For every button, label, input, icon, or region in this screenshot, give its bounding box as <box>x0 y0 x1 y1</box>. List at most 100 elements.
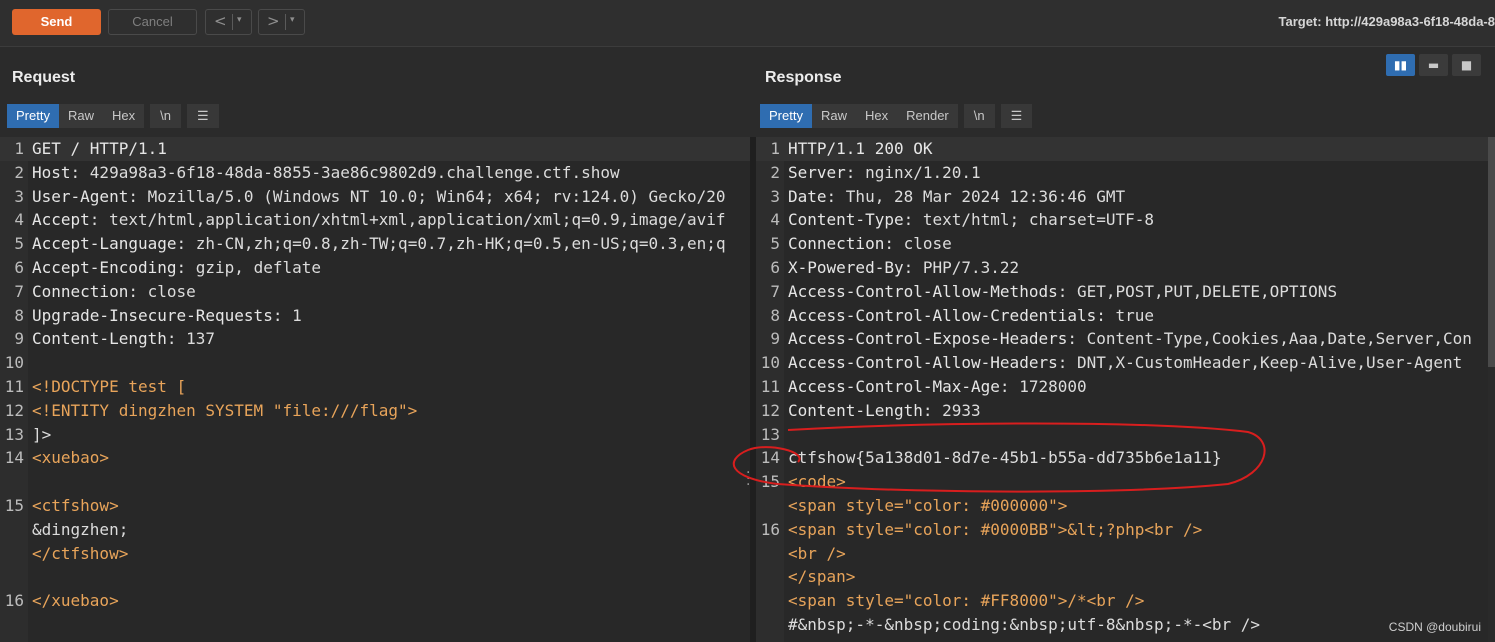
newline-toggle[interactable]: \n <box>150 104 181 128</box>
header-name: Connection <box>32 281 129 301</box>
tab-hex[interactable]: Hex <box>102 104 145 128</box>
code-line: 1 HTTP/1.1 200 OK <box>756 137 1488 161</box>
line-number: 3 <box>14 186 24 206</box>
header-value: : zh-CN,zh;q=0.8,zh-TW;q=0.7,zh-HK;q=0.5… <box>176 234 726 254</box>
menu-icon[interactable]: ☰ <box>186 104 219 128</box>
header-name: Access-Control-Allow-Credentials <box>788 305 1097 325</box>
line-number: 16 <box>760 519 780 539</box>
request-tabs: Pretty Raw Hex \n ☰ <box>7 104 219 128</box>
header-value: : 429a98a3-6f18-48da-8855-3ae86c9802d9.c… <box>70 162 620 182</box>
send-button[interactable]: Send <box>12 9 101 35</box>
response-scrollbar[interactable] <box>1488 137 1495 642</box>
line-number: 8 <box>770 305 780 325</box>
code-text: ]> <box>32 423 51 447</box>
target-url[interactable]: Target: http://429a98a3-6f18-48da-8 <box>1278 14 1495 29</box>
header-value: <span style="color: #0000BB">&lt;?php<br… <box>788 519 1203 539</box>
tab-raw[interactable]: Raw <box>811 104 856 128</box>
code-line: 8 Upgrade-Insecure-Requests: 1 <box>0 304 750 328</box>
code-text: Access-Control-Allow-Methods: GET,POST,P… <box>788 280 1337 304</box>
code-text: <span style="color: #000000"> <box>788 494 1067 518</box>
chevron-right-icon: > <box>267 12 280 30</box>
chevron-left-icon: < <box>214 12 227 30</box>
tab-pretty[interactable]: Pretty <box>760 104 812 128</box>
code-text: Host: 429a98a3-6f18-48da-8855-3ae86c9802… <box>32 161 620 185</box>
cancel-button[interactable]: Cancel <box>108 9 197 35</box>
line-number: 16 <box>4 591 24 611</box>
line-number: 8 <box>14 305 24 325</box>
header-name: Content-Length <box>788 400 923 420</box>
code-text: <xuebao> <box>32 446 109 470</box>
forward-button[interactable]: > ▾ <box>258 9 305 35</box>
header-value: : DNT,X-CustomHeader,Keep-Alive,User-Age… <box>1057 353 1463 373</box>
tab-render[interactable]: Render <box>897 104 958 128</box>
line-number: 14 <box>4 448 24 468</box>
watermark: CSDN @doubirui <box>1388 620 1481 634</box>
code-text: </xuebao> <box>32 589 119 613</box>
divider <box>232 14 233 30</box>
newline-toggle[interactable]: \n <box>963 104 995 128</box>
header-value: <ctfshow> <box>32 496 119 515</box>
header-value: : GET,POST,PUT,DELETE,OPTIONS <box>1057 281 1338 301</box>
code-text: Content-Length: 137 <box>32 327 215 351</box>
chevron-down-icon: ▾ <box>237 15 242 25</box>
single-pane-icon[interactable]: ■ <box>1452 54 1481 76</box>
code-text: Connection: close <box>788 232 952 256</box>
header-value: &dingzhen; <box>32 519 129 539</box>
code-line: 2 Server: nginx/1.20.1 <box>756 161 1488 185</box>
response-editor[interactable]: 1 HTTP/1.1 200 OK 2 Server: nginx/1.20.1 3 Da… <box>756 137 1488 642</box>
header-name: Accept <box>32 210 90 230</box>
header-value: <span style="color: #000000"> <box>788 496 1068 515</box>
code-line: 3 User-Agent: Mozilla/5.0 (Windows NT 10.… <box>0 185 750 209</box>
request-editor[interactable]: 1 GET / HTTP/1.1 2 Host: 429a98a3-6f18-48da… <box>0 137 750 642</box>
header-value: : Mozilla/5.0 (Windows NT 10.0; Win64; x… <box>128 186 726 206</box>
line-number: 2 <box>770 162 780 182</box>
split-columns-icon[interactable]: ▮▮ <box>1386 54 1415 76</box>
code-line: 14 <xuebao> <box>0 446 750 470</box>
toolbar: Send Cancel < ▾ > ▾ Target: http://429a9… <box>0 0 1495 47</box>
line-number: 14 <box>760 448 780 468</box>
tab-raw[interactable]: Raw <box>58 104 103 128</box>
header-value: : Content-Type,Cookies,Aaa,Date,Server,C… <box>1067 329 1472 349</box>
code-text: Access-Control-Max-Age: 1728000 <box>788 375 1087 399</box>
header-value: ]> <box>32 424 52 444</box>
code-line: 8 Access-Control-Allow-Credentials: true <box>756 304 1488 328</box>
line-number: 13 <box>760 424 780 444</box>
back-button[interactable]: < ▾ <box>205 9 252 35</box>
header-name: Accept-Encoding <box>32 258 177 277</box>
code-line: 13]> <box>0 423 750 447</box>
code-text: User-Agent: Mozilla/5.0 (Windows NT 10.0… <box>32 185 726 209</box>
code-line: 15 <code> <box>756 470 1488 494</box>
header-name: Access-Control-Allow-Headers <box>788 353 1058 373</box>
code-line: 6 Accept-Encoding: gzip, deflate <box>0 256 750 280</box>
code-line: 3 Date: Thu, 28 Mar 2024 12:36:46 GMT <box>756 185 1488 209</box>
code-line: 12 Content-Length: 2933 <box>756 399 1488 423</box>
header-name: Accept-Language <box>32 234 177 254</box>
header-value: : 2933 <box>922 400 981 420</box>
tab-pretty[interactable]: Pretty <box>7 104 59 128</box>
code-line: 6 X-Powered-By: PHP/7.3.22 <box>756 256 1488 280</box>
line-number: 10 <box>760 353 780 373</box>
header-name: Access-Control-Allow-Methods <box>788 281 1058 301</box>
header-value: <xuebao> <box>32 448 110 468</box>
tab-hex[interactable]: Hex <box>855 104 898 128</box>
chevron-down-icon: ▾ <box>290 15 295 25</box>
menu-icon[interactable]: ☰ <box>1000 104 1033 128</box>
line-number: 6 <box>770 258 780 277</box>
header-name: X-Powered-By <box>788 258 904 277</box>
header-value: : true <box>1096 305 1155 325</box>
line-number: 4 <box>770 210 780 230</box>
code-text: <br /> <box>788 542 846 566</box>
code-text: <!DOCTYPE test [ <box>32 375 186 399</box>
scroll-thumb[interactable] <box>1488 137 1495 367</box>
code-text: Access-Control-Allow-Headers: DNT,X-Cust… <box>788 351 1462 375</box>
line-number: 2 <box>14 162 24 182</box>
header-value: </ctfshow> <box>32 543 129 563</box>
header-value: ctfshow{5a138d01-8d7e-45b1-b55a-dd735b6e… <box>788 448 1222 468</box>
code-line: 11 Access-Control-Max-Age: 1728000 <box>756 375 1488 399</box>
code-line: 9 Access-Control-Expose-Headers: Content-… <box>756 327 1488 351</box>
drag-handle-icon[interactable]: · · · <box>746 466 750 492</box>
split-rows-icon[interactable]: ▬ <box>1419 54 1448 76</box>
line-number: 11 <box>760 377 780 396</box>
